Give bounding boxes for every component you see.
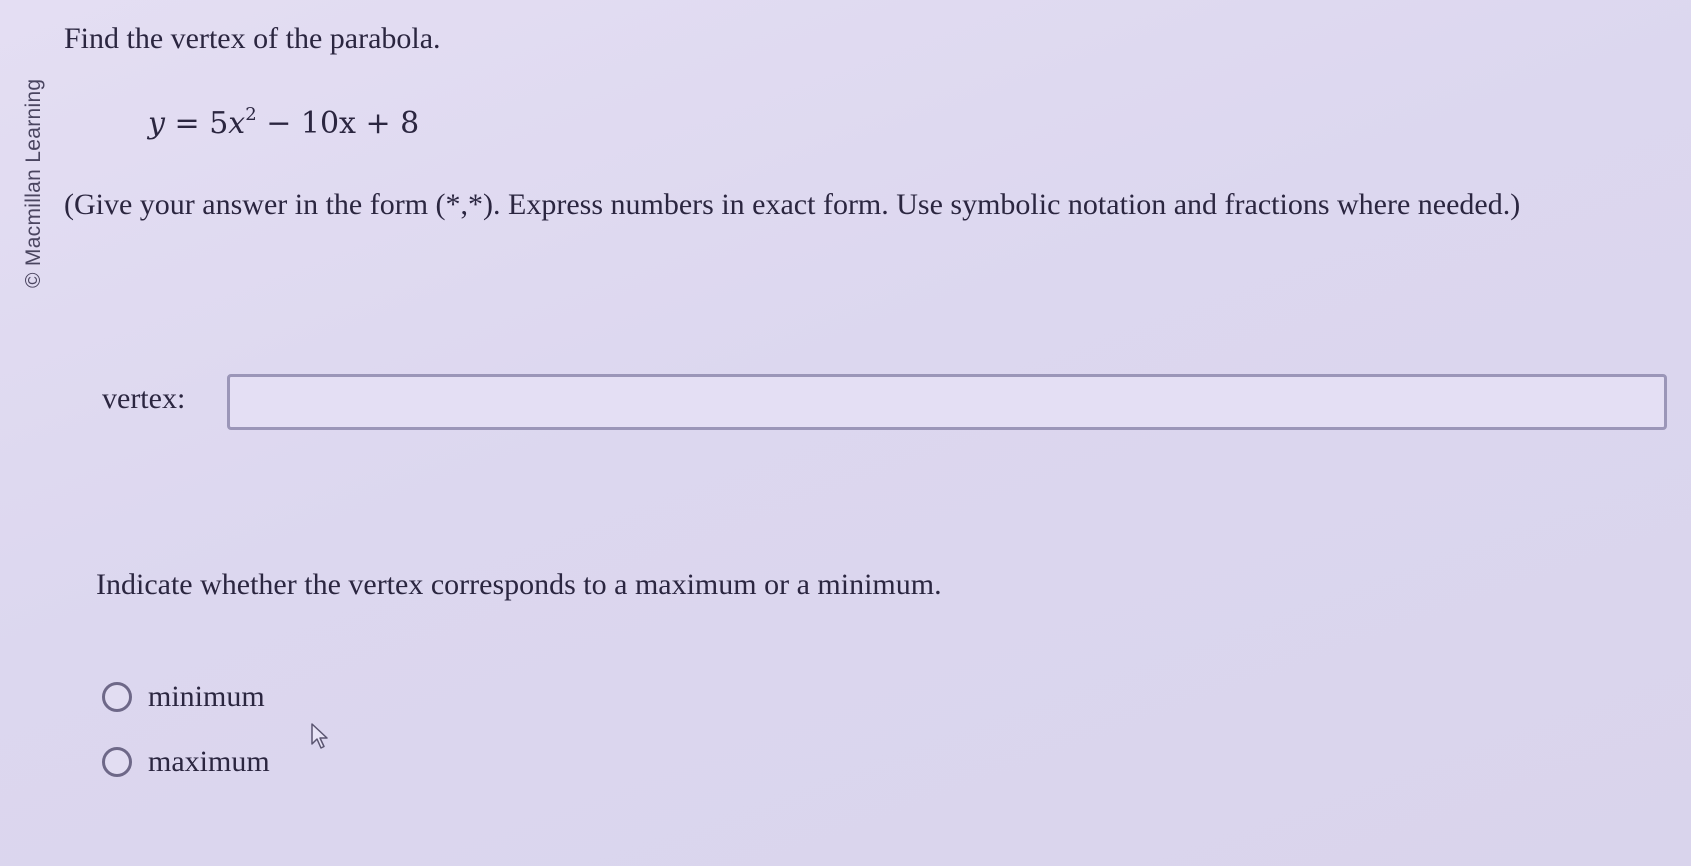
- question-title: Find the vertex of the parabola.: [64, 22, 441, 55]
- equation-exponent: 2: [245, 104, 257, 125]
- radio-button-icon[interactable]: [102, 682, 132, 712]
- equation-equals: =: [174, 106, 200, 141]
- mouse-pointer-icon: [311, 723, 328, 749]
- copyright-credit: © Macmillan Learning: [22, 78, 45, 288]
- vertex-input[interactable]: [227, 374, 1667, 430]
- radio-option-maximum[interactable]: maximum: [102, 745, 270, 779]
- equation-variable: x: [228, 106, 246, 141]
- equation-coefficient: 5: [209, 106, 229, 141]
- radio-label-maximum: maximum: [148, 745, 270, 778]
- equation: y = 5x2 − 10x + 8: [148, 104, 419, 141]
- equation-lhs: y: [148, 106, 165, 141]
- radio-button-icon[interactable]: [102, 747, 132, 777]
- extremum-prompt: Indicate whether the vertex corresponds …: [96, 568, 942, 601]
- equation-rest: − 10x + 8: [266, 106, 420, 141]
- radio-option-minimum[interactable]: minimum: [102, 680, 265, 714]
- radio-label-minimum: minimum: [148, 680, 265, 713]
- answer-instructions: (Give your answer in the form (*,*). Exp…: [64, 188, 1521, 221]
- vertex-label: vertex:: [102, 382, 186, 415]
